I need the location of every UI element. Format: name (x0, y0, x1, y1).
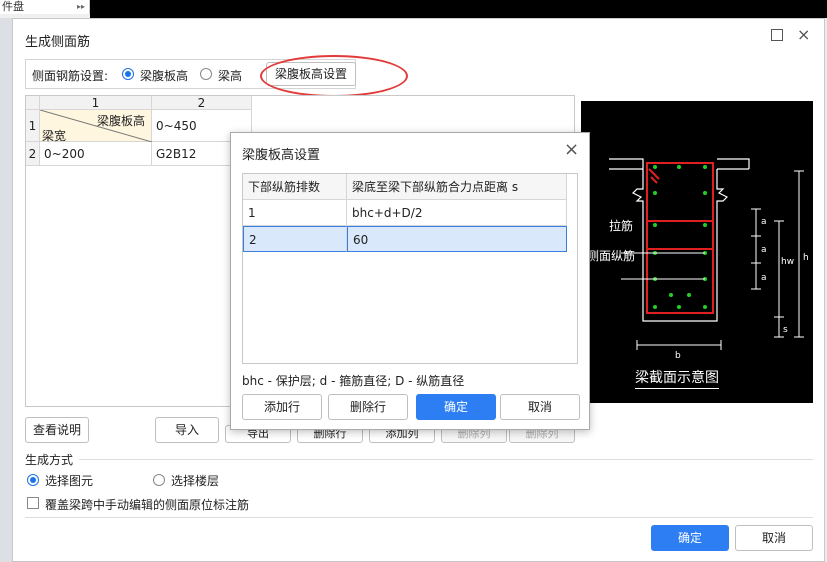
import-button[interactable]: 导入 (155, 417, 219, 443)
ok-button[interactable]: 确定 (651, 525, 729, 551)
background-tab-label: 件盘 (2, 0, 24, 13)
highlight-ellipse (260, 55, 408, 97)
modal-col-distance[interactable]: 梁底至梁下部纵筋合力点距离 s (347, 174, 567, 200)
table-corner (26, 96, 40, 110)
left-background-strip (0, 18, 12, 562)
column-header-2[interactable]: 2 (152, 96, 252, 110)
cancel-button[interactable]: 取消 (735, 525, 813, 551)
column-header-1[interactable]: 1 (40, 96, 152, 110)
dim-h: h (803, 253, 809, 263)
radio-beam-height[interactable] (200, 68, 212, 80)
view-explanation-button[interactable]: 查看说明 (25, 417, 89, 443)
modal-title: 梁腹板高设置 (242, 148, 321, 163)
radio-select-floor-label[interactable]: 选择楼层 (171, 472, 219, 489)
radio-web-height[interactable] (122, 68, 134, 80)
dim-a3: a (761, 273, 767, 283)
radio-beam-height-label[interactable]: 梁高 (218, 67, 242, 84)
dim-a1: a (761, 217, 767, 227)
modal-row2-rows[interactable]: 2 (243, 226, 347, 252)
maximize-icon[interactable] (771, 29, 783, 41)
cell-width-range[interactable]: 0~200 (40, 142, 152, 166)
generation-mode-title: 生成方式 (25, 453, 74, 467)
diagram-label-side-bar: 侧面纵筋 (587, 249, 636, 263)
radio-select-floor[interactable] (153, 474, 165, 486)
diagonal-header-cell: 梁腹板高 梁宽 (40, 110, 152, 143)
modal-close-icon[interactable]: × (564, 139, 579, 160)
modal-cancel-button[interactable]: 取消 (500, 394, 580, 420)
dialog-title: 生成侧面筋 (25, 35, 91, 50)
radio-select-element-label[interactable]: 选择图元 (45, 472, 93, 489)
modal-settings-table: 下部纵筋排数 梁底至梁下部纵筋合力点距离 s 1 bhc+d+D/2 2 60 (242, 173, 578, 364)
beam-section-diagram: 拉筋 侧面纵筋 a a a hw h s b 梁截面示意图 (581, 101, 813, 403)
dim-s: s (783, 325, 788, 335)
diagram-label-tie-bar: 拉筋 (609, 219, 634, 233)
modal-ok-button[interactable]: 确定 (416, 394, 496, 420)
footer-divider (25, 517, 813, 518)
drawing-canvas-background (90, 0, 827, 18)
web-height-settings-modal: 梁腹板高设置 × 下部纵筋排数 梁底至梁下部纵筋合力点距离 s 1 bhc+d+… (230, 132, 590, 430)
tab-arrows-icon: ▸▸ (76, 2, 85, 11)
row-header-2[interactable]: 2 (26, 142, 40, 166)
diagonal-top-label: 梁腹板高 (96, 114, 145, 128)
modal-col-rows[interactable]: 下部纵筋排数 (243, 174, 347, 200)
diagram-caption: 梁截面示意图 (635, 367, 719, 389)
modal-row1-distance[interactable]: bhc+d+D/2 (347, 200, 567, 226)
dim-a2: a (761, 245, 767, 255)
dim-b: b (675, 351, 681, 361)
radio-select-element[interactable] (27, 474, 39, 486)
modal-delete-row-button[interactable]: 删除行 (328, 394, 408, 420)
overwrite-checkbox[interactable] (27, 497, 39, 509)
radio-web-height-label[interactable]: 梁腹板高 (140, 67, 188, 84)
modal-legend: bhc - 保护层; d - 箍筋直径; D - 纵筋直径 (242, 374, 465, 388)
background-tab[interactable]: 件盘 ▸▸ (0, 0, 90, 14)
modal-add-row-button[interactable]: 添加行 (242, 394, 322, 420)
dim-hw: hw (781, 257, 795, 267)
divider (79, 459, 813, 460)
overwrite-checkbox-label[interactable]: 覆盖梁跨中手动编辑的侧面原位标注筋 (45, 496, 249, 513)
modal-row2-distance[interactable]: 60 (347, 226, 567, 252)
settings-label: 侧面钢筋设置: (32, 69, 109, 83)
row-header-1[interactable]: 1 (26, 110, 40, 142)
modal-row1-rows[interactable]: 1 (243, 200, 347, 226)
close-icon[interactable]: × (797, 25, 810, 44)
